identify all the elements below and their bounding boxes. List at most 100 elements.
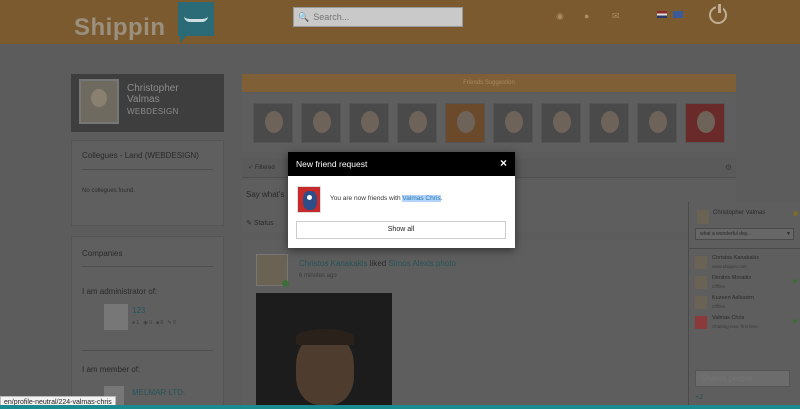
contact-status: Offline [712, 304, 725, 309]
avatar-highlight [307, 195, 312, 200]
chat-search-input[interactable] [695, 370, 790, 387]
contact-status: Chatting now: first time [712, 324, 758, 329]
chat-contact[interactable]: Valmas Chris Chatting now: first time [695, 314, 799, 334]
contact-avatar [695, 316, 707, 329]
divider [82, 266, 213, 267]
online-dot [793, 319, 797, 323]
contact-name: Christos Kanakakis [712, 255, 760, 261]
stat-views: 0 [149, 320, 152, 326]
suggestion-thumb[interactable] [589, 103, 629, 143]
users-icon: ● [132, 320, 136, 326]
message-prefix: You are now friends with [330, 195, 401, 202]
contact-name: Kuzeen Aslkasim [712, 295, 754, 301]
stat-users: 1 [136, 320, 140, 326]
profile-name[interactable]: Christopher Valmas [127, 83, 207, 105]
brand-logo-text[interactable]: Shippin [74, 14, 165, 42]
friend-request-modal: New friend request × You are now friends… [288, 152, 515, 248]
friends-suggestion-header: Friends Suggestion [242, 74, 736, 92]
close-icon[interactable]: × [500, 156, 507, 170]
comment-icon: ■ [156, 320, 160, 326]
gear-icon[interactable]: ⚙ [725, 163, 732, 172]
modal-message: You are now friends with Valmas Chris. [330, 195, 442, 202]
colleagues-empty: No collegues found. [82, 188, 136, 194]
chat-panel: Christopher Valmas what a wonderful day.… [688, 202, 800, 409]
member-company-name[interactable]: MELMAR LTD. [132, 388, 185, 397]
contact-name: Valmas Chris [712, 315, 745, 321]
chat-more-count[interactable]: +2 [695, 394, 703, 401]
chat-self-avatar [697, 210, 709, 224]
contact-status: Offline [712, 284, 725, 289]
status-prompt[interactable]: Say what's [246, 190, 284, 199]
filter-label: ✓ Filtered [248, 165, 275, 171]
suggestion-thumb[interactable] [493, 103, 533, 143]
suggestion-thumb[interactable] [349, 103, 389, 143]
member-label: I am member of: [82, 365, 141, 374]
feed-timestamp: 6 minutes ago [299, 273, 337, 279]
chat-status-select[interactable]: what a wonderful day... ▼ [695, 228, 794, 240]
chevron-down-icon[interactable]: ▼ [786, 231, 791, 237]
mail-icon[interactable]: ✉ [612, 11, 620, 22]
search-icon: 🔍 [298, 11, 310, 22]
stat-comments: 0 [160, 320, 164, 326]
suggestion-thumb[interactable] [541, 103, 581, 143]
feed-item: Christos Kanakakis liked Simos Alexis ph… [242, 240, 736, 409]
chat-self-name: Christopher Valmas [713, 210, 766, 216]
edit-icon: ✎ [167, 320, 172, 326]
ship-logo-icon[interactable] [178, 2, 214, 43]
company-stats: ● 1 ◉ 0 ■ 0 ✎ 0 [132, 320, 176, 326]
feed-actor-link[interactable]: Christos Kanakakis [299, 259, 367, 268]
contact-avatar [695, 296, 707, 309]
search-input[interactable] [313, 12, 454, 22]
admin-company-name[interactable]: 123 [132, 306, 145, 315]
power-icon[interactable] [709, 4, 727, 24]
modal-header: New friend request × [288, 152, 515, 176]
feed-headline: Christos Kanakakis liked Simos Alexis ph… [299, 259, 456, 268]
feed-object-link[interactable]: Simos Alexis photo [388, 259, 456, 268]
stat-edits: 0 [173, 320, 176, 326]
avatar[interactable] [79, 79, 119, 124]
contact-avatar [695, 256, 707, 269]
suggestion-thumb[interactable] [253, 103, 293, 143]
message-suffix: . [440, 195, 443, 202]
show-all-button[interactable]: Show all [296, 221, 506, 239]
divider [689, 248, 800, 249]
friend-name-link[interactable]: Valmas Chris [402, 195, 441, 202]
suggestion-thumb[interactable] [685, 103, 725, 143]
admin-label: I am administrator of: [82, 287, 158, 296]
suggestion-thumb[interactable] [397, 103, 437, 143]
filter-label-text: Filtered [254, 165, 275, 171]
suggestion-thumb[interactable] [637, 103, 677, 143]
friends-suggestion-row [242, 94, 736, 152]
bottom-strip [0, 405, 800, 409]
photo-hair [296, 329, 354, 345]
divider [82, 350, 213, 351]
feed-verb: liked [369, 259, 387, 268]
greek-flag-icon[interactable] [673, 11, 683, 18]
chat-status-text: what a wonderful day... [700, 231, 752, 237]
chat-contact[interactable]: Kuzeen Aslkasim Offline [695, 294, 799, 314]
profile-company: WEBDESIGN [127, 107, 179, 116]
status-tab[interactable]: ✎ Status [246, 219, 274, 227]
companies-title: Companies [82, 249, 123, 258]
search-box[interactable]: 🔍 [293, 7, 463, 27]
companies-panel: Companies I am administrator of: 123 ● 1… [71, 236, 224, 406]
modal-title: New friend request [296, 159, 368, 169]
chat-contact[interactable]: Dimitris Moraitis Offline [695, 274, 799, 294]
admin-company-row[interactable]: 123 ● 1 ◉ 0 ■ 0 ✎ 0 [82, 302, 213, 342]
profile-card[interactable]: Christopher Valmas WEBDESIGN [71, 74, 224, 132]
colleagues-title: Collegues - Land (WEBDESIGN) [82, 151, 199, 160]
suggestion-thumb[interactable] [301, 103, 341, 143]
wifi-icon[interactable]: ◉ [556, 11, 564, 22]
friend-avatar[interactable] [297, 186, 321, 213]
online-dot [793, 279, 797, 283]
feed-photo[interactable] [256, 293, 392, 409]
top-bar: Shippin 🔍 ◉ ● ✉ [0, 0, 800, 44]
chat-contact[interactable]: Christos Kanakakis www.shippin.com [695, 254, 799, 274]
suggestion-thumb[interactable] [445, 103, 485, 143]
user-icon[interactable]: ● [584, 11, 589, 21]
contact-avatar [695, 276, 707, 289]
avatar-figure [303, 191, 317, 210]
uk-flag-icon[interactable] [657, 11, 667, 18]
company-logo[interactable] [104, 304, 128, 330]
feed-avatar[interactable] [256, 254, 289, 287]
